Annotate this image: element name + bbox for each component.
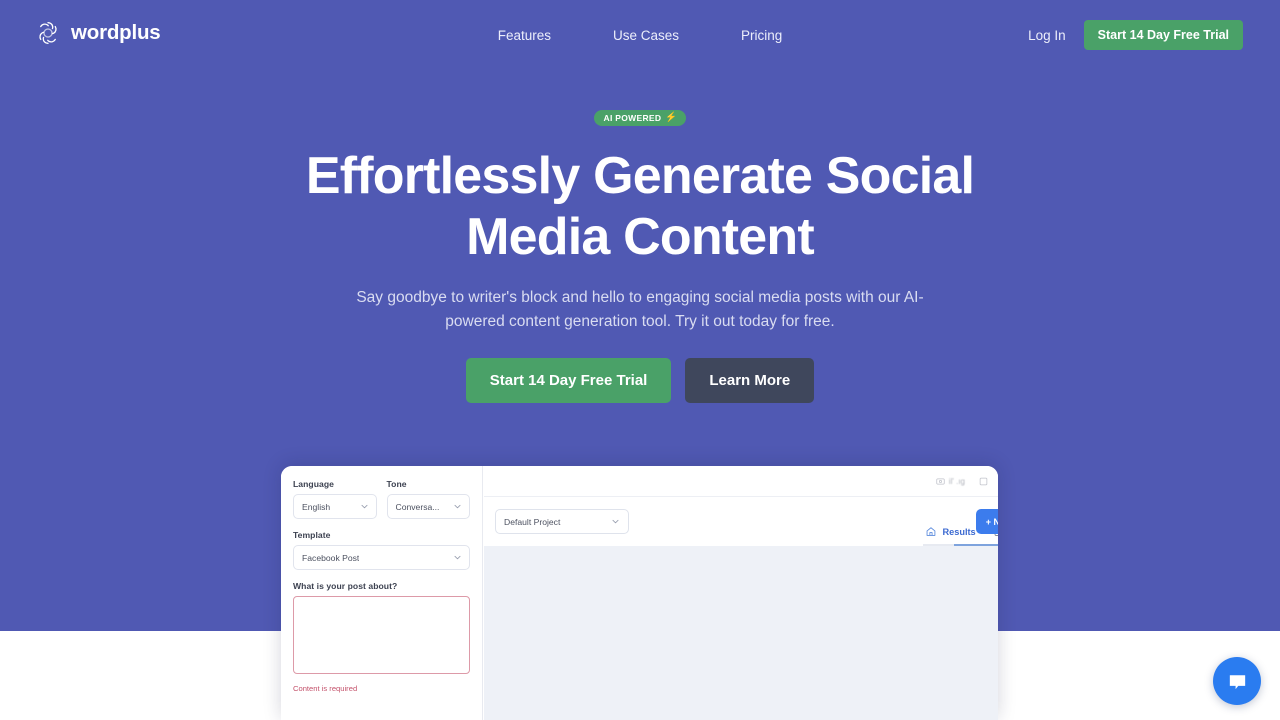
- hero-headline: Effortlessly Generate Social Media Conte…: [305, 147, 975, 266]
- nav-item-use-cases[interactable]: Use Cases: [582, 24, 710, 47]
- mockup-form-panel: Language English Tone Conversa... Templa…: [281, 466, 483, 720]
- template-select[interactable]: Facebook Post: [293, 545, 470, 570]
- language-select[interactable]: English: [293, 494, 377, 519]
- top-navbar: wordplus Features Use Cases Pricing Log …: [0, 0, 1280, 68]
- post-content-field: What is your post about? Content is requ…: [293, 581, 470, 693]
- post-content-label: What is your post about?: [293, 581, 398, 591]
- credits-icon: [936, 478, 945, 484]
- tone-select[interactable]: Conversa...: [386, 494, 470, 519]
- topbar-secondary-item[interactable]: [979, 477, 988, 486]
- tab-results-label: Results: [942, 526, 976, 537]
- language-select-value: English: [302, 501, 331, 512]
- hero-badge-wrap: AI POWERED ⚡: [0, 108, 1280, 126]
- language-label: Language: [293, 479, 334, 489]
- template-select-value: Facebook Post: [302, 552, 360, 563]
- project-select-value: Default Project: [504, 516, 561, 527]
- mockup-toolbar: Default Project Results + N: [484, 497, 998, 546]
- primary-nav: Features Use Cases Pricing: [467, 24, 814, 47]
- chat-bubble-icon: [1229, 674, 1245, 689]
- hero-learn-more-button[interactable]: Learn More: [685, 358, 815, 403]
- template-field: Template Facebook Post: [293, 530, 470, 570]
- hero-cta-row: Start 14 Day Free Trial Learn More: [0, 358, 1280, 403]
- mockup-results-canvas: [484, 546, 998, 720]
- mockup-topbar: il' .ıg: [484, 466, 998, 497]
- language-tone-row: Language English Tone Conversa...: [293, 479, 470, 519]
- new-item-button-label: + N: [985, 516, 998, 527]
- chevron-down-icon: [612, 519, 619, 524]
- hero-subheadline: Say goodbye to writer's block and hello …: [356, 289, 924, 330]
- mockup-results-panel: il' .ıg Default Project Results + N: [484, 466, 998, 720]
- language-field: Language English: [293, 479, 377, 519]
- chevron-down-icon: [454, 504, 461, 509]
- template-label: Template: [293, 530, 331, 540]
- home-icon: [926, 527, 936, 536]
- post-content-textarea[interactable]: [293, 596, 470, 674]
- post-content-textarea-wrap: [293, 596, 470, 679]
- badge-label: AI POWERED: [603, 113, 662, 123]
- chevron-down-icon: [361, 504, 367, 509]
- app-preview-mockup: Language English Tone Conversa... Templa…: [281, 466, 998, 720]
- hero-start-trial-button[interactable]: Start 14 Day Free Trial: [465, 358, 672, 403]
- post-content-error: Content is required: [293, 684, 358, 693]
- tab-results[interactable]: Results: [916, 526, 984, 546]
- topbar-usage-item[interactable]: il' .ıg: [936, 477, 965, 486]
- nav-item-features[interactable]: Features: [467, 24, 582, 47]
- project-select[interactable]: Default Project: [495, 509, 629, 534]
- page-root: wordplus Features Use Cases Pricing Log …: [0, 0, 1280, 720]
- nav-actions: Log In Start 14 Day Free Trial: [1010, 20, 1243, 50]
- login-link[interactable]: Log In: [1010, 23, 1084, 48]
- tone-select-value: Conversa...: [395, 501, 440, 512]
- chevron-down-icon: [454, 555, 461, 560]
- swirl-knot-icon: [39, 22, 57, 44]
- lightning-bolt-icon: ⚡: [665, 112, 678, 124]
- chat-widget-button[interactable]: [1213, 657, 1261, 705]
- nav-start-trial-button[interactable]: Start 14 Day Free Trial: [1083, 20, 1243, 50]
- brand-name: wordplus: [71, 21, 161, 44]
- new-item-button[interactable]: + N: [975, 509, 998, 534]
- tone-field: Tone Conversa...: [386, 479, 470, 519]
- nav-item-pricing[interactable]: Pricing: [710, 24, 813, 47]
- square-icon: [979, 477, 988, 485]
- brand-logo-link[interactable]: wordplus: [34, 19, 161, 47]
- topbar-usage-text: il' .ıg: [948, 476, 965, 486]
- ai-powered-badge: AI POWERED ⚡: [593, 110, 687, 126]
- tone-label: Tone: [386, 479, 407, 489]
